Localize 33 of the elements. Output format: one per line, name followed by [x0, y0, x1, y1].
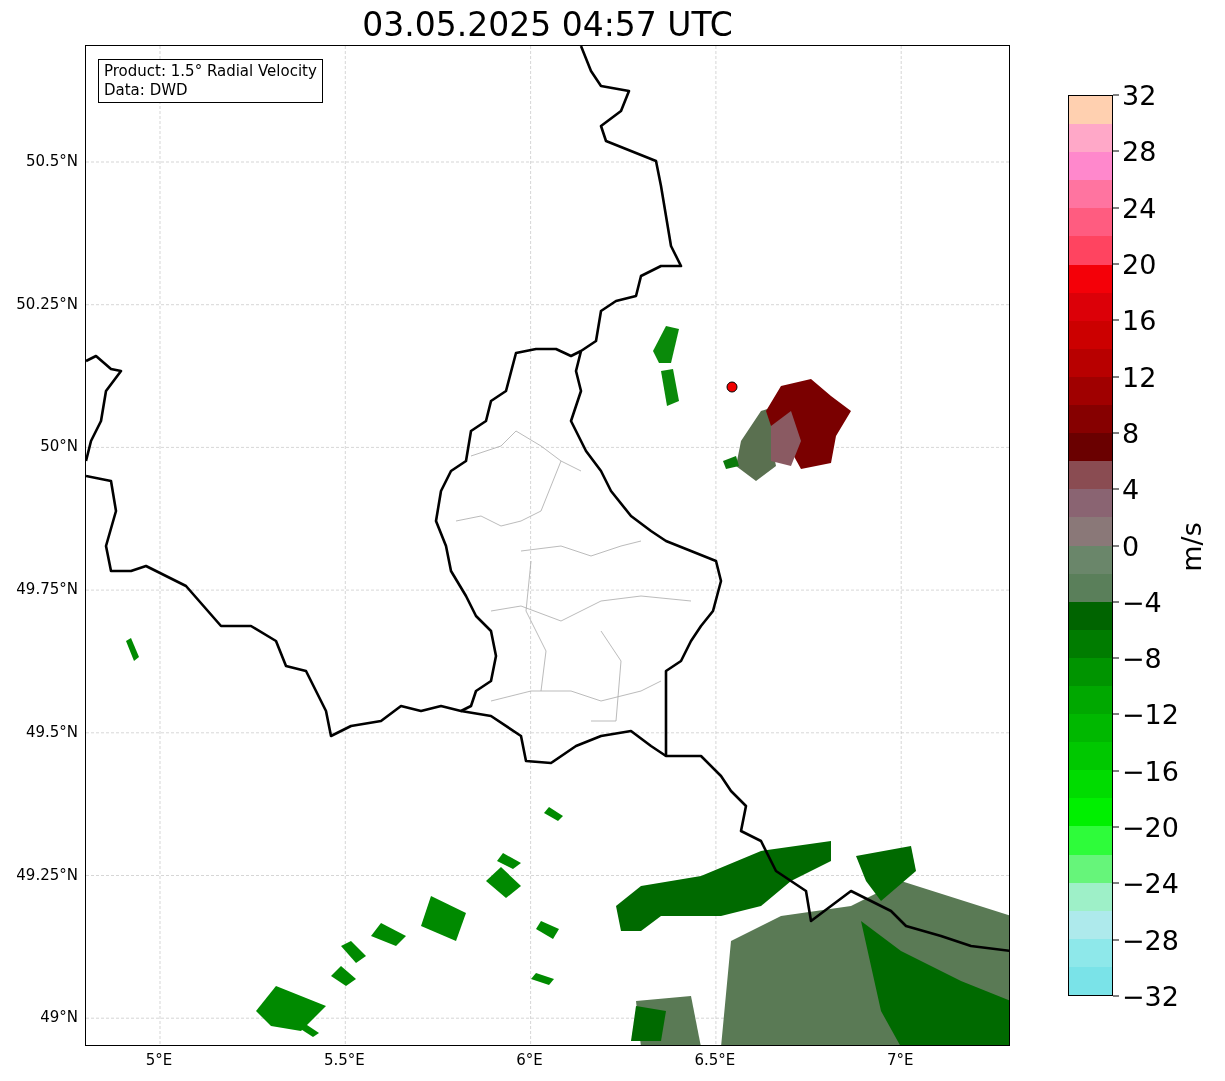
colorbar-tick-label: −8	[1122, 642, 1162, 674]
longitude-label: 7°E	[886, 1051, 914, 1069]
latitude-label: 49.75°N	[16, 580, 78, 599]
info-text: Product: 1.5° Radial Velocity	[104, 62, 317, 81]
colorbar-tick-label: −20	[1122, 811, 1179, 843]
latitude-label: 49.25°N	[16, 865, 78, 884]
colorbar-tick-label: 8	[1122, 417, 1140, 449]
colorbar-tick-label: 32	[1122, 79, 1157, 111]
colorbar-tick-label: −16	[1122, 755, 1179, 787]
latitude-label: 49°N	[40, 1008, 78, 1027]
latitude-label: 50°N	[40, 437, 78, 456]
colorbar-tick-label: −24	[1122, 867, 1179, 899]
longitude-label: 5°E	[145, 1051, 173, 1069]
latitude-label: 50.5°N	[25, 152, 78, 170]
colorbar-tick-label: −4	[1122, 586, 1162, 618]
colorbar-tick-label: −28	[1122, 924, 1179, 956]
colorbar-tick-label: −12	[1122, 698, 1179, 730]
latitude-label: 50.25°N	[16, 294, 78, 313]
longitude-label: 6.5°E	[694, 1051, 736, 1069]
longitude-label: 5.5°E	[323, 1051, 365, 1069]
info-text: Data: DWD	[104, 81, 189, 100]
colorbar-tick-label: 28	[1122, 135, 1157, 167]
latitude-label: 49.5°N	[25, 722, 78, 741]
colorbar-tick-label: 20	[1122, 248, 1157, 280]
colorbar-tick-label: 0	[1122, 530, 1140, 561]
colorbar-tick-label: 12	[1122, 361, 1157, 393]
longitude-label: 6°E	[516, 1051, 543, 1069]
colorbar-tick-label: 16	[1122, 304, 1157, 336]
colorbar-tick-label: 24	[1122, 192, 1157, 224]
colorbar-tick-label: 4	[1122, 473, 1140, 505]
colorbar-unit-label: m/s	[1175, 522, 1207, 572]
colorbar-tick-label: −32	[1122, 980, 1179, 1012]
chart-title: 03.05.2025 04:57 UTC	[361, 8, 734, 45]
